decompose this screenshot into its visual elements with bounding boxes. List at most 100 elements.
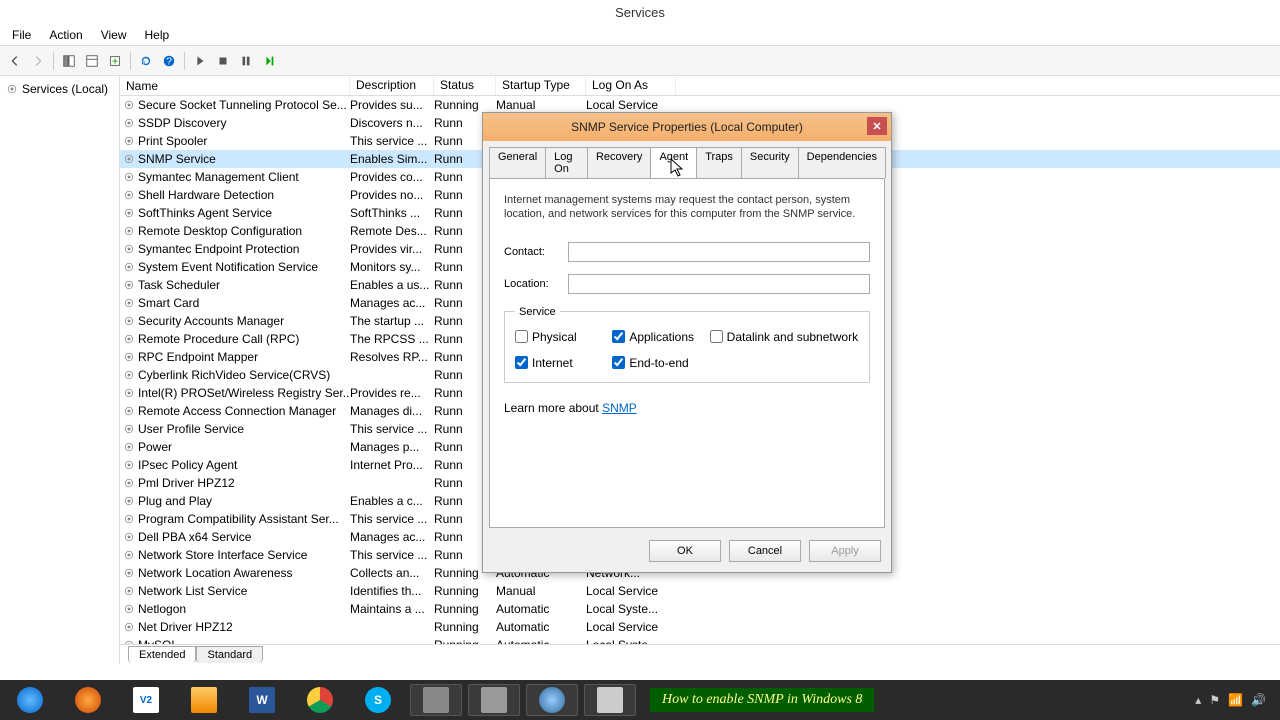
taskbar-services[interactable] (584, 684, 636, 716)
service-status: Running (434, 584, 496, 598)
properties-button[interactable] (81, 50, 103, 72)
gear-icon (123, 171, 135, 183)
service-startup: Automatic (496, 602, 586, 616)
taskbar-camera[interactable] (410, 684, 462, 716)
taskbar-ie[interactable] (4, 684, 56, 716)
taskbar-vnc[interactable]: V2 (120, 684, 172, 716)
learn-more: Learn more about SNMP (504, 401, 870, 415)
back-button[interactable] (4, 50, 26, 72)
toolbar-divider (53, 52, 54, 70)
service-desc: Maintains a ... (350, 602, 434, 616)
menu-action[interactable]: Action (41, 26, 90, 44)
service-name: Plug and Play (138, 494, 212, 508)
taskbar-app2[interactable] (468, 684, 520, 716)
tree-root-services[interactable]: Services (Local) (4, 80, 115, 98)
service-name: Cyberlink RichVideo Service(CRVS) (138, 368, 330, 382)
network-icon[interactable]: 📶 (1228, 693, 1243, 707)
check-physical[interactable]: Physical (515, 330, 608, 344)
tray-up-icon[interactable]: ▴ (1195, 693, 1201, 707)
tab-extended[interactable]: Extended (128, 646, 196, 663)
col-header-description[interactable]: Description (350, 76, 434, 95)
service-desc: Discovers n... (350, 116, 434, 130)
col-header-logon[interactable]: Log On As (586, 76, 676, 95)
service-status: Running (434, 620, 496, 634)
service-desc: This service ... (350, 512, 434, 526)
volume-icon[interactable]: 🔊 (1251, 693, 1266, 707)
stop-service-button[interactable] (212, 50, 234, 72)
forward-button[interactable] (27, 50, 49, 72)
tab-security[interactable]: Security (741, 147, 799, 178)
menu-file[interactable]: File (4, 26, 39, 44)
taskbar-skype[interactable]: S (352, 684, 404, 716)
location-input[interactable] (568, 274, 870, 294)
service-name: Network Location Awareness (138, 566, 293, 580)
service-row[interactable]: Net Driver HPZ12RunningAutomaticLocal Se… (120, 618, 1280, 636)
menu-help[interactable]: Help (137, 26, 178, 44)
dialog-close-button[interactable]: ✕ (867, 117, 887, 135)
service-desc: Provides re... (350, 386, 434, 400)
service-desc: Identifies th... (350, 584, 434, 598)
gear-icon (123, 423, 135, 435)
service-startup: Automatic (496, 620, 586, 634)
check-datalink[interactable]: Datalink and subnetwork (710, 330, 859, 344)
taskbar-word[interactable]: W (236, 684, 288, 716)
tab-agent[interactable]: Agent (650, 147, 697, 178)
service-name: Netlogon (138, 602, 186, 616)
service-desc: Collects an... (350, 566, 434, 580)
restart-service-button[interactable] (258, 50, 280, 72)
contact-input[interactable] (568, 242, 870, 262)
service-desc: Manages p... (350, 440, 434, 454)
check-applications[interactable]: Applications (612, 330, 705, 344)
tab-recovery[interactable]: Recovery (587, 147, 651, 178)
export-button[interactable] (104, 50, 126, 72)
service-desc: Provides co... (350, 170, 434, 184)
taskbar: V2 W S How to enable SNMP in Windows 8 ▴… (0, 680, 1280, 720)
taskbar-firefox[interactable] (62, 684, 114, 716)
col-header-status[interactable]: Status (434, 76, 496, 95)
tab-dependencies[interactable]: Dependencies (798, 147, 886, 178)
service-status: Running (434, 98, 496, 112)
tab-traps[interactable]: Traps (696, 147, 742, 178)
window-titlebar: Services (0, 0, 1280, 24)
service-row[interactable]: Network List ServiceIdentifies th...Runn… (120, 582, 1280, 600)
menu-view[interactable]: View (93, 26, 135, 44)
service-name: Remote Access Connection Manager (138, 404, 336, 418)
learn-more-link[interactable]: SNMP (602, 401, 637, 415)
pause-service-button[interactable] (235, 50, 257, 72)
service-status: Running (434, 602, 496, 616)
refresh-button[interactable] (135, 50, 157, 72)
ok-button[interactable]: OK (649, 540, 721, 562)
service-row[interactable]: NetlogonMaintains a ...RunningAutomaticL… (120, 600, 1280, 618)
service-name: SNMP Service (138, 152, 216, 166)
service-startup: Manual (496, 584, 586, 598)
service-name: Symantec Endpoint Protection (138, 242, 299, 256)
service-fieldset: Service Physical Applications Datalink a… (504, 306, 870, 383)
service-name: Dell PBA x64 Service (138, 530, 251, 544)
service-name: User Profile Service (138, 422, 244, 436)
show-hide-tree-button[interactable] (58, 50, 80, 72)
gear-icon (123, 441, 135, 453)
taskbar-globe[interactable] (526, 684, 578, 716)
start-service-button[interactable] (189, 50, 211, 72)
col-header-name[interactable]: Name (120, 76, 350, 95)
taskbar-explorer[interactable] (178, 684, 230, 716)
system-tray[interactable]: ▴ ⚑ 📶 🔊 (1195, 693, 1276, 707)
help-button[interactable]: ? (158, 50, 180, 72)
check-endtoend[interactable]: End-to-end (612, 356, 705, 370)
dialog-body: Internet management systems may request … (489, 178, 885, 528)
gear-icon (123, 405, 135, 417)
tab-logon[interactable]: Log On (545, 147, 588, 178)
dialog-tabs: General Log On Recovery Agent Traps Secu… (483, 141, 891, 178)
service-name: System Event Notification Service (138, 260, 318, 274)
check-internet[interactable]: Internet (515, 356, 608, 370)
col-header-startup[interactable]: Startup Type (496, 76, 586, 95)
taskbar-chrome[interactable] (294, 684, 346, 716)
tab-standard[interactable]: Standard (196, 646, 263, 663)
apply-button[interactable]: Apply (809, 540, 881, 562)
cancel-button[interactable]: Cancel (729, 540, 801, 562)
flag-icon[interactable]: ⚑ (1209, 693, 1220, 707)
dialog-titlebar[interactable]: SNMP Service Properties (Local Computer)… (483, 113, 891, 141)
tab-general[interactable]: General (489, 147, 546, 178)
service-desc: Resolves RP... (350, 350, 434, 364)
service-row[interactable]: MySQLRunningAutomaticLocal Syste... (120, 636, 1280, 644)
